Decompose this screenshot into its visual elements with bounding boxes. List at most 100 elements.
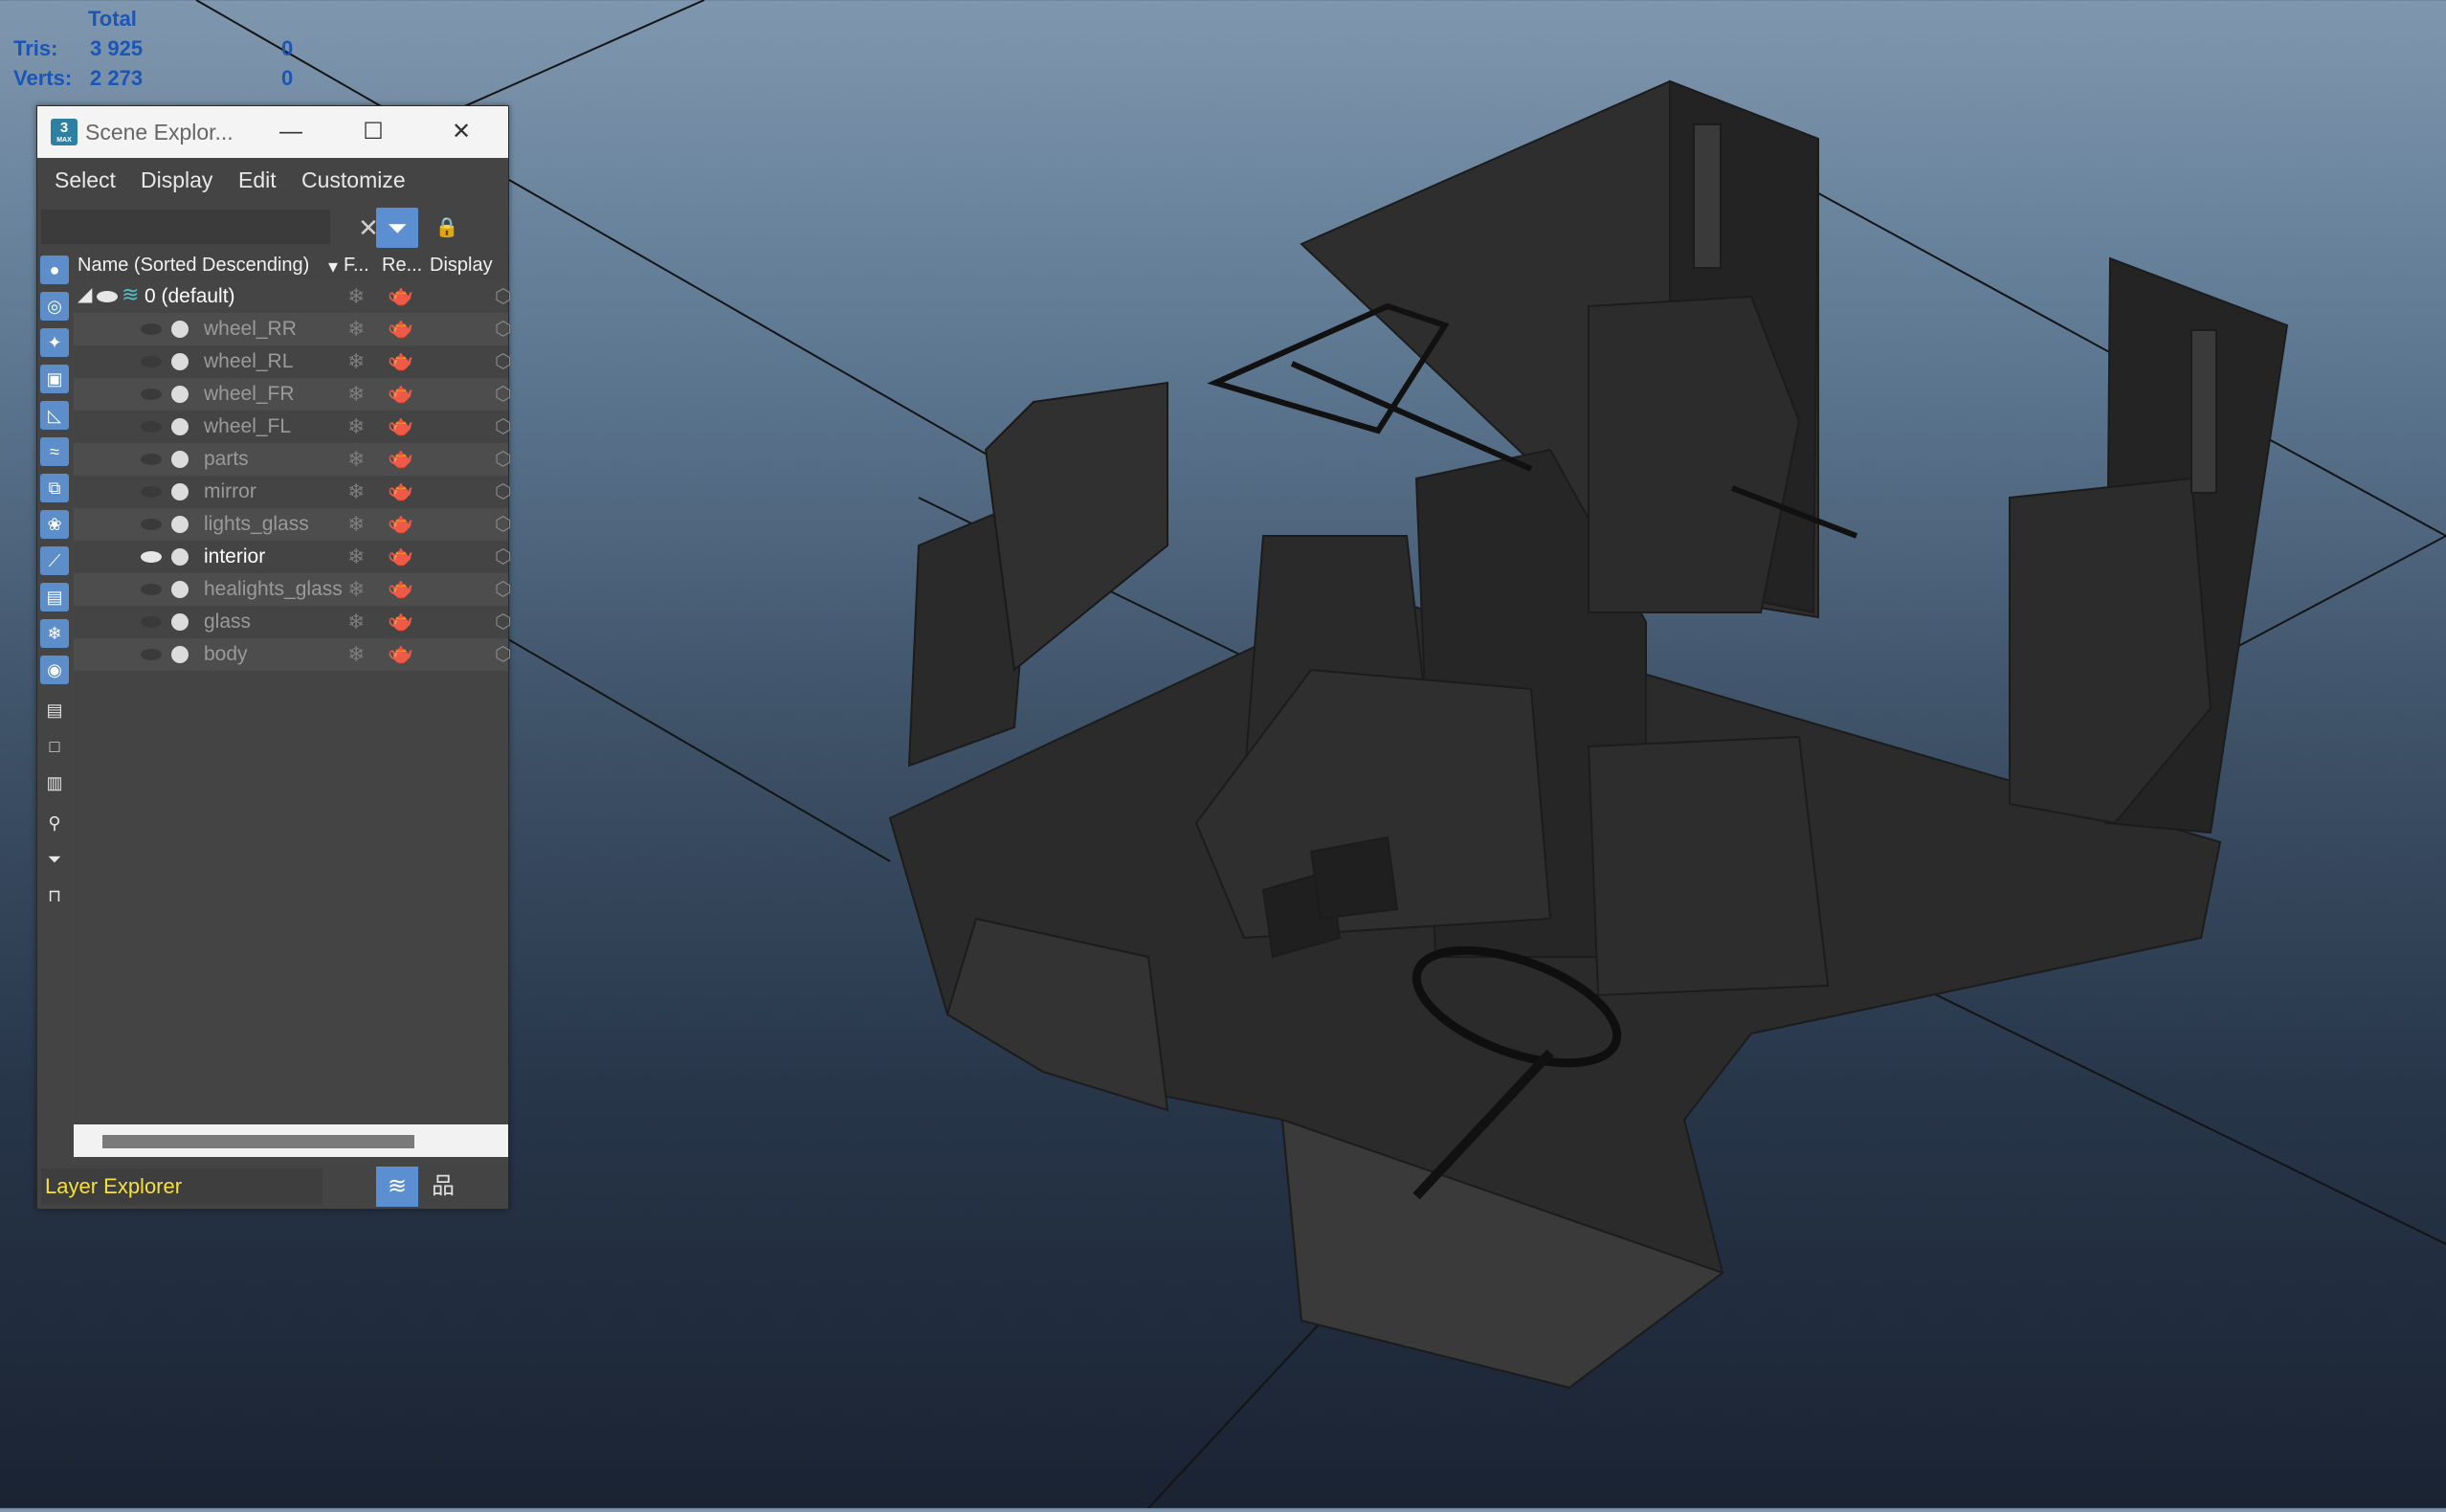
horizontal-scrollbar[interactable] <box>74 1124 508 1157</box>
display-icon[interactable]: ⬡ <box>495 479 511 503</box>
eye-icon[interactable] <box>141 356 162 367</box>
invert-display-icon[interactable]: ▥ <box>40 768 69 797</box>
display-all-icon[interactable]: ▤ <box>40 696 69 724</box>
minimize-button[interactable]: — <box>263 114 319 150</box>
layer-row[interactable]: wheel_RL ❄ 🫖 ⬡ <box>74 345 511 378</box>
filter-toggle-icon[interactable]: ⏷ <box>376 208 418 248</box>
filter-icon[interactable]: ⏷ <box>40 845 69 874</box>
renderable-icon[interactable]: 🫖 <box>388 381 413 406</box>
display-icon[interactable]: ⬡ <box>495 382 511 406</box>
freeze-icon[interactable]: ❄ <box>347 610 365 634</box>
layer-container-icon[interactable]: ⊓ <box>40 881 69 910</box>
eye-icon[interactable] <box>141 649 162 660</box>
eye-icon[interactable] <box>141 323 162 335</box>
filter-settings-icon[interactable]: ⚲ <box>40 809 69 837</box>
layer-row[interactable]: mirror ❄ 🫖 ⬡ <box>74 476 511 508</box>
close-button[interactable]: ✕ <box>434 114 489 150</box>
collapse-arrow-icon[interactable]: ◢ <box>78 282 92 306</box>
menu-display[interactable]: Display <box>141 167 212 193</box>
geometry-filter-icon[interactable]: ◎ <box>40 292 69 321</box>
groups-filter-icon[interactable]: ⧉ <box>40 474 69 502</box>
sort-arrow-icon[interactable]: ▾ <box>328 255 338 278</box>
renderable-icon[interactable]: 🫖 <box>388 641 413 666</box>
layer-row[interactable]: wheel_RR ❄ 🫖 ⬡ <box>74 313 511 345</box>
display-icon[interactable]: ⬡ <box>495 317 511 341</box>
display-icon[interactable]: ⬡ <box>495 577 511 601</box>
freeze-icon[interactable]: ❄ <box>347 317 365 342</box>
helpers-filter-icon[interactable]: ◺ <box>40 401 69 430</box>
menu-select[interactable]: Select <box>55 167 116 193</box>
containers-filter-icon[interactable]: ▤ <box>40 583 69 611</box>
eye-icon[interactable] <box>141 486 162 498</box>
cameras-filter-icon[interactable]: ▣ <box>40 365 69 393</box>
title-bar[interactable]: 3 MAX Scene Explor... — ☐ ✕ <box>37 106 508 158</box>
renderable-icon[interactable]: 🫖 <box>388 609 413 634</box>
renderable-icon[interactable]: 🫖 <box>388 316 413 341</box>
freeze-icon[interactable]: ❄ <box>347 284 365 309</box>
display-icon[interactable]: ⬡ <box>495 349 511 373</box>
layer-row[interactable]: body ❄ 🫖 ⬡ <box>74 638 511 671</box>
freeze-icon[interactable]: ❄ <box>347 577 365 602</box>
eye-icon[interactable] <box>141 584 162 595</box>
eye-icon[interactable] <box>97 291 118 302</box>
xrefs-filter-icon[interactable]: ❀ <box>40 510 69 539</box>
freeze-icon[interactable]: ❄ <box>347 642 365 667</box>
renderable-icon[interactable]: 🫖 <box>388 348 413 373</box>
freeze-icon[interactable]: ❄ <box>347 447 365 472</box>
freeze-icon[interactable]: ❄ <box>347 512 365 537</box>
layers-icon[interactable]: ≋ <box>376 1167 418 1207</box>
renderable-icon[interactable]: 🫖 <box>388 544 413 568</box>
renderable-icon[interactable]: 🫖 <box>388 413 413 438</box>
maximize-button[interactable]: ☐ <box>345 114 401 150</box>
lights-filter-icon[interactable]: ✦ <box>40 328 69 357</box>
display-icon[interactable]: ⬡ <box>495 642 511 666</box>
lock-icon[interactable]: 🔒 <box>426 208 468 248</box>
eye-icon[interactable] <box>141 551 162 563</box>
menu-edit[interactable]: Edit <box>238 167 277 193</box>
display-none-icon[interactable]: ● <box>40 256 69 284</box>
display-column-header[interactable]: Display <box>430 255 493 277</box>
eye-icon[interactable] <box>141 454 162 465</box>
display-icon[interactable]: ⬡ <box>495 610 511 634</box>
freeze-icon[interactable]: ❄ <box>347 414 365 439</box>
freeze-column-header[interactable]: F... <box>344 255 369 277</box>
eye-icon[interactable] <box>141 421 162 433</box>
name-column-header[interactable]: Name (Sorted Descending) <box>78 255 336 277</box>
search-input[interactable] <box>41 210 330 244</box>
spacewarps-filter-icon[interactable]: ≈ <box>40 437 69 466</box>
hierarchy-icon[interactable]: 品 <box>422 1167 464 1207</box>
freeze-icon[interactable]: ❄ <box>347 545 365 569</box>
renderable-icon[interactable]: 🫖 <box>388 511 413 536</box>
renderable-icon[interactable]: 🫖 <box>388 446 413 471</box>
layer-row-default[interactable]: ◢ ≋ 0 (default) ❄ 🫖 ⬡ <box>74 280 511 313</box>
layer-row[interactable]: interior ❄ 🫖 ⬡ <box>74 541 511 573</box>
bones-filter-icon[interactable]: ⟋ <box>40 546 69 575</box>
frozen-filter-icon[interactable]: ❄ <box>40 619 69 648</box>
layer-row[interactable]: wheel_FR ❄ 🫖 ⬡ <box>74 378 511 411</box>
layer-row[interactable]: glass ❄ 🫖 ⬡ <box>74 606 511 638</box>
render-column-header[interactable]: Re... <box>382 255 422 277</box>
hidden-filter-icon[interactable]: ◉ <box>40 656 69 684</box>
display-none-list-icon[interactable]: □ <box>40 732 69 761</box>
display-icon[interactable]: ⬡ <box>495 545 511 568</box>
freeze-icon[interactable]: ❄ <box>347 479 365 504</box>
renderable-icon[interactable]: 🫖 <box>388 478 413 503</box>
renderable-icon[interactable]: 🫖 <box>388 576 413 601</box>
layer-row[interactable]: wheel_FL ❄ 🫖 ⬡ <box>74 411 511 443</box>
eye-icon[interactable] <box>141 616 162 628</box>
display-icon[interactable]: ⬡ <box>495 512 511 536</box>
menu-customize[interactable]: Customize <box>301 167 406 193</box>
display-icon[interactable]: ⬡ <box>495 414 511 438</box>
display-icon[interactable]: ⬡ <box>495 447 511 471</box>
scrollbar-thumb[interactable] <box>102 1135 414 1148</box>
eye-icon[interactable] <box>141 519 162 530</box>
freeze-icon[interactable]: ❄ <box>347 349 365 374</box>
layer-row[interactable]: parts ❄ 🫖 ⬡ <box>74 443 511 476</box>
renderable-icon[interactable]: 🫖 <box>388 283 413 308</box>
layer-row[interactable]: healights_glass ❄ 🫖 ⬡ <box>74 573 511 606</box>
layer-row[interactable]: lights_glass ❄ 🫖 ⬡ <box>74 508 511 541</box>
eye-icon[interactable] <box>141 389 162 400</box>
freeze-icon[interactable]: ❄ <box>347 382 365 407</box>
explorer-selector[interactable]: Layer Explorer <box>41 1168 322 1205</box>
display-icon[interactable]: ⬡ <box>495 284 511 308</box>
